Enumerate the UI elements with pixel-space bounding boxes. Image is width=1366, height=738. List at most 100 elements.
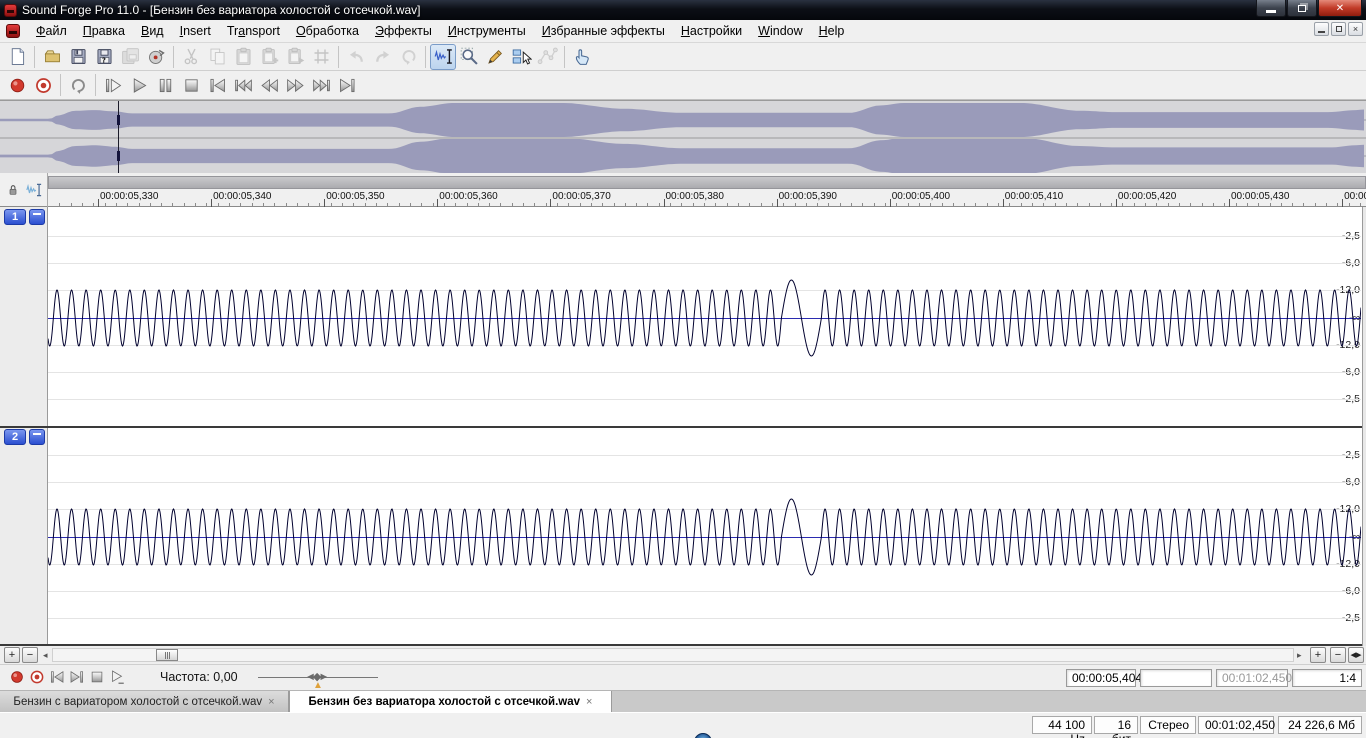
menu-файл[interactable]: Файл: [28, 21, 75, 41]
sample-rate-field: 44 100 Hz: [1032, 716, 1092, 734]
to-end-button[interactable]: [334, 72, 360, 98]
overview-waveform[interactable]: [0, 100, 1366, 173]
scrollbar-thumb[interactable]: [156, 649, 178, 661]
frequency-readout: Частота: 0,00: [160, 670, 238, 684]
restore-button[interactable]: [1287, 0, 1317, 17]
new-doc-button[interactable]: [4, 44, 30, 70]
tab-label: Бензин с вариатором холостой с отсечкой.…: [13, 696, 262, 708]
channel-2-badge[interactable]: 2: [4, 429, 26, 445]
play-button[interactable]: [126, 72, 152, 98]
channel-2-waveform[interactable]: [48, 427, 1361, 645]
zoom-out-vertical-button[interactable]: −: [22, 647, 38, 663]
edit-tool-button[interactable]: [430, 44, 456, 70]
fwd-all-button[interactable]: [308, 72, 334, 98]
to-start-button[interactable]: [204, 72, 230, 98]
selection-readout: [1140, 669, 1212, 687]
menu-help[interactable]: Help: [811, 21, 853, 41]
menu-эффекты[interactable]: Эффекты: [367, 21, 440, 41]
open-button[interactable]: [39, 44, 65, 70]
playbar-arm-record-button[interactable]: [26, 666, 48, 688]
scrub-rate-slider[interactable]: ◄◆►: [258, 677, 378, 678]
copy-icon: [207, 46, 228, 67]
minimize-button[interactable]: [1256, 0, 1286, 17]
playbar-record-button[interactable]: [6, 666, 28, 688]
touch-button[interactable]: [569, 44, 595, 70]
new-doc-icon: [7, 46, 28, 67]
close-button[interactable]: ✕: [1318, 0, 1362, 17]
menu-избранные-эффекты[interactable]: Избранные эффекты: [534, 21, 673, 41]
ruler-label: 00:00:05,410: [1005, 191, 1063, 202]
stop-button[interactable]: [178, 72, 204, 98]
channel-2-minimize-button[interactable]: [29, 429, 45, 445]
zoom-out-time-button[interactable]: −: [1330, 647, 1346, 663]
toolbar-separator: [173, 46, 174, 68]
event-tool-button[interactable]: [508, 44, 534, 70]
record-icon: [8, 668, 26, 686]
to-start-icon: [207, 75, 228, 96]
rew-all-button[interactable]: [230, 72, 256, 98]
playbar-to-start-button[interactable]: [46, 666, 68, 688]
magnify-button[interactable]: [456, 44, 482, 70]
menu-bar: ФайлПравкаВидInsertTransportОбработкаЭфф…: [0, 20, 1366, 43]
pause-button[interactable]: [152, 72, 178, 98]
scroll-right-arrow[interactable]: ▸: [1297, 650, 1302, 661]
menu-правка[interactable]: Правка: [75, 21, 133, 41]
record-button[interactable]: [4, 72, 30, 98]
menu-инструменты[interactable]: Инструменты: [440, 21, 534, 41]
play-icon: [129, 75, 150, 96]
document-tab-1[interactable]: Бензин с вариатором холостой с отсечкой.…: [0, 691, 289, 712]
ruler-label: 00:00:05,330: [100, 191, 158, 202]
arm-record-button[interactable]: [30, 72, 56, 98]
pencil-button[interactable]: [482, 44, 508, 70]
playbar-play-u-button[interactable]: [106, 666, 128, 688]
channel-1-badge[interactable]: 1: [4, 209, 26, 225]
publish-button[interactable]: [143, 44, 169, 70]
paste-button: [230, 44, 256, 70]
channel-1-waveform[interactable]: [48, 207, 1361, 426]
ruler-label: 00:00:05,350: [326, 191, 384, 202]
document-tab-2[interactable]: Бензин без вариатора холостой с отсечкой…: [289, 691, 612, 712]
playbar-stop-button[interactable]: [86, 666, 108, 688]
waveform-edit-area[interactable]: 1-2,5-6,0-12,0-∞-12,0-6,0-2,52-2,5-6,0-1…: [0, 207, 1366, 646]
menu-вид[interactable]: Вид: [133, 21, 172, 41]
zoom-in-vertical-button[interactable]: +: [4, 647, 20, 663]
menu-обработка[interactable]: Обработка: [288, 21, 367, 41]
ruler-scroll-grip[interactable]: [48, 176, 1366, 189]
save-button[interactable]: [65, 44, 91, 70]
menu-transport[interactable]: Transport: [219, 21, 288, 41]
ruler-major-tick: [1116, 199, 1117, 207]
zoom-in-time-button[interactable]: +: [1310, 647, 1326, 663]
menu-настройки[interactable]: Настройки: [673, 21, 750, 41]
loop-button[interactable]: [65, 72, 91, 98]
menu-insert[interactable]: Insert: [172, 21, 219, 41]
envelope-tool-icon: [537, 46, 558, 67]
fwd-icon: [285, 75, 306, 96]
to-start-icon: [48, 668, 66, 686]
to-end-icon: [68, 668, 86, 686]
app-icon: [4, 4, 17, 17]
ruler-label: 00:00:05,420: [1118, 191, 1176, 202]
mdi-restore-button[interactable]: [1331, 22, 1346, 36]
save-as-button[interactable]: [91, 44, 117, 70]
toolbar-separator: [338, 46, 339, 68]
loop-icon: [68, 75, 89, 96]
channel-1-minimize-button[interactable]: [29, 209, 45, 225]
mdi-close-button[interactable]: ×: [1348, 22, 1363, 36]
menu-window[interactable]: Window: [750, 21, 810, 41]
play-all-button[interactable]: [100, 72, 126, 98]
ruler-major-tick: [437, 199, 438, 207]
scrollbar-track[interactable]: [52, 648, 1294, 662]
time-ruler[interactable]: 00:00:05,33000:00:05,34000:00:05,35000:0…: [0, 173, 1366, 207]
horizontal-scroll-row: + − ◂ ▸ + − ◂▸: [0, 646, 1366, 665]
overview-cursor[interactable]: [118, 101, 119, 174]
playbar-to-end-button[interactable]: [66, 666, 88, 688]
tab-close-icon[interactable]: ×: [268, 696, 274, 708]
length-readout: 00:01:02,450: [1216, 669, 1288, 687]
rew-button[interactable]: [256, 72, 282, 98]
zoom-fit-button[interactable]: ◂▸: [1348, 647, 1364, 663]
scroll-left-arrow[interactable]: ◂: [43, 650, 48, 661]
fwd-button[interactable]: [282, 72, 308, 98]
ruler-major-tick: [1342, 199, 1343, 207]
tab-close-icon[interactable]: ×: [586, 696, 592, 708]
mdi-minimize-button[interactable]: [1314, 22, 1329, 36]
